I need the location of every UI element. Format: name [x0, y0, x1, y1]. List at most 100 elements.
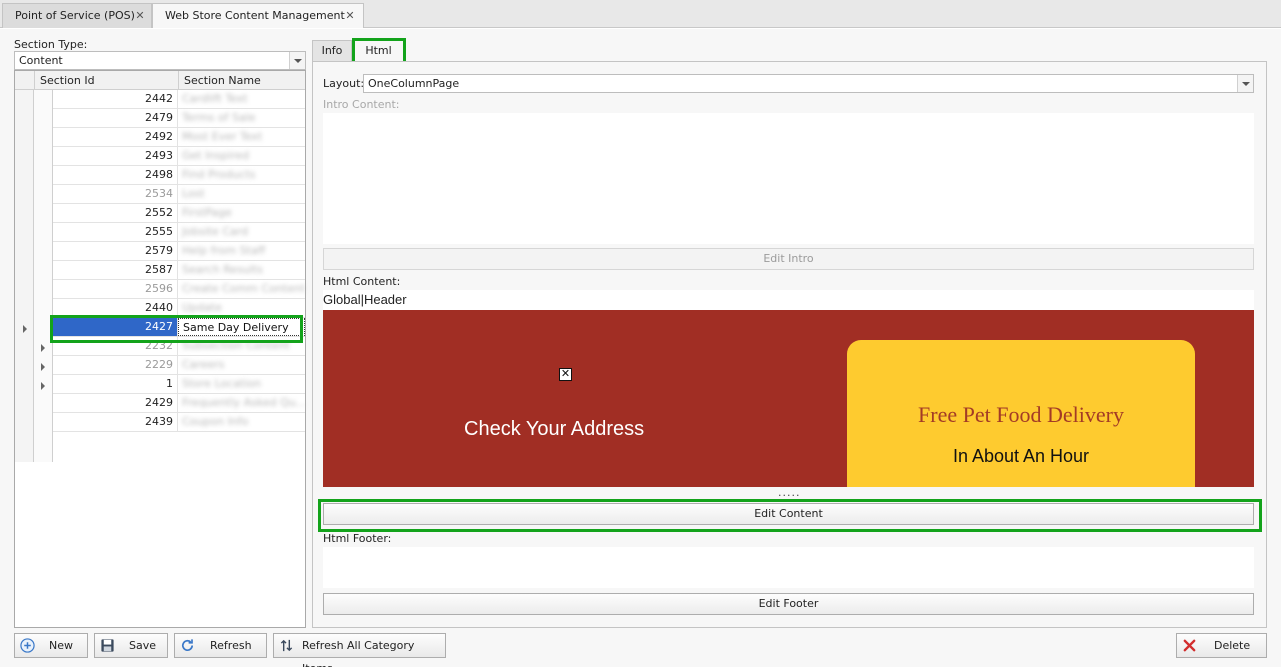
table-row[interactable]: 2492 Most Ever Text [53, 128, 305, 147]
column-header-section-id[interactable]: Section Id [34, 71, 178, 90]
section-name-cell: Search Results [182, 263, 264, 276]
promo-card-title: Free Pet Food Delivery [918, 402, 1124, 427]
promo-card: Free Pet Food Delivery In About An Hour [847, 340, 1195, 487]
section-id-cell: 2440 [53, 299, 178, 317]
edit-intro-button[interactable]: Edit Intro [323, 248, 1254, 270]
tab-html-label: Html [365, 44, 392, 57]
table-row[interactable]: 2229 Careers [53, 356, 305, 375]
global-header-text: Global|Header [323, 292, 407, 307]
table-row[interactable]: 2587 Search Results [53, 261, 305, 280]
section-id-cell: 2427 [53, 318, 178, 336]
tab-html[interactable]: Html [352, 40, 405, 62]
section-name-cell: Careers [182, 358, 225, 371]
section-name-cell[interactable]: Same Day Delivery [178, 318, 305, 336]
section-name-cell: Subsection Content [182, 339, 290, 352]
delete-x-icon [1183, 639, 1196, 652]
tab-web-store-content-management[interactable]: Web Store Content Management ✕ [152, 3, 364, 29]
html-footer-area [323, 547, 1254, 588]
section-type-label: Section Type: [14, 38, 88, 51]
refresh-icon [182, 639, 194, 651]
table-row[interactable]: 2442 Cardlift Text [53, 90, 305, 109]
refresh-button[interactable]: Refresh [174, 633, 267, 658]
section-type-select[interactable]: Content [14, 51, 306, 70]
section-name-cell: Coupon Info [182, 415, 249, 428]
tab-point-of-service[interactable]: Point of Service (POS) ✕ [2, 3, 152, 28]
section-name-cell: Lost [182, 187, 205, 200]
table-row[interactable]: 1 Store Location [53, 375, 305, 394]
table-row[interactable]: 2493 Get Inspired [53, 147, 305, 166]
current-row-indicator-icon [23, 325, 27, 333]
section-id-cell: 2429 [53, 394, 178, 412]
section-name-cell: Help from Staff [182, 244, 266, 257]
section-id-cell: 2479 [53, 109, 178, 127]
delete-button[interactable]: Delete [1176, 633, 1267, 658]
table-row[interactable]: 2439 Coupon Info [53, 413, 305, 432]
section-name-cell: Create Comm Content [182, 282, 305, 295]
section-name-cell: Find Products [182, 168, 256, 181]
intro-content-label: Intro Content: [323, 98, 400, 111]
expand-arrow-icon[interactable] [41, 344, 45, 352]
table-row[interactable]: 2534 Lost [53, 185, 305, 204]
section-id-cell: 1 [53, 375, 178, 393]
html-content-header-area: Global|Header [323, 290, 1254, 310]
layout-select[interactable]: OneColumnPage [363, 74, 1254, 93]
section-type-value: Content [19, 54, 63, 67]
delete-button-label: Delete [1214, 639, 1251, 652]
sort-arrows-icon [280, 639, 293, 652]
section-id-cell: 2493 [53, 147, 178, 165]
section-id-cell: 2587 [53, 261, 178, 279]
section-id-cell: 2552 [53, 204, 178, 222]
tab-label: Web Store Content Management [165, 9, 345, 22]
tab-info[interactable]: Info [312, 40, 352, 62]
section-name-cell: Update [182, 301, 222, 314]
column-header-section-name[interactable]: Section Name [178, 71, 305, 90]
chevron-down-icon[interactable] [289, 52, 305, 69]
table-row[interactable]: 2479 Terms of Sale [53, 109, 305, 128]
table-row[interactable]: 2429 Frequently Asked Qu... [53, 394, 305, 413]
chevron-down-icon[interactable] [1237, 75, 1253, 92]
splitter-handle[interactable]: ..... [778, 486, 800, 499]
broken-image-icon: ✕ [559, 367, 572, 381]
section-grid: Section Id Section Name 2442 Cardlift Tex… [14, 70, 306, 628]
tab-info-label: Info [321, 44, 343, 57]
section-id-cell: 2439 [53, 413, 178, 431]
section-id-cell: 2534 [53, 185, 178, 203]
new-button-label: New [49, 639, 73, 652]
table-row[interactable]: 2232 Subsection Content [53, 337, 305, 356]
new-button[interactable]: New [14, 633, 88, 658]
section-name-cell: Cardlift Text [182, 92, 248, 105]
section-id-cell: 2442 [53, 90, 178, 108]
section-name-cell: Get Inspired [182, 149, 250, 162]
table-row[interactable]: 2596 Create Comm Content [53, 280, 305, 299]
layout-label: Layout: [323, 77, 365, 90]
close-icon[interactable]: ✕ [133, 4, 147, 27]
section-name-cell: Most Ever Text [182, 130, 263, 143]
table-row[interactable]: 2552 FirstPage [53, 204, 305, 223]
edit-content-button[interactable]: Edit Content [323, 503, 1254, 525]
section-name-cell: Jobsite Card [182, 225, 249, 238]
table-row-selected[interactable]: 2427 Same Day Delivery [53, 318, 305, 337]
table-row[interactable]: 2579 Help from Staff [53, 242, 305, 261]
tab-label: Point of Service (POS) [15, 9, 135, 22]
refresh-all-category-items-button[interactable]: Refresh All Category Items [273, 633, 446, 667]
refresh-button-label: Refresh [210, 639, 252, 652]
table-row[interactable]: 2440 Update [53, 299, 305, 318]
save-button-label: Save [129, 639, 157, 652]
refresh-all-label: Refresh All Category Items [302, 639, 415, 667]
promo-card-subtitle: In About An Hour [952, 446, 1090, 466]
table-row[interactable]: 2555 Jobsite Card [53, 223, 305, 242]
close-icon[interactable]: ✕ [343, 4, 357, 27]
expand-arrow-icon[interactable] [41, 363, 45, 371]
edit-footer-button[interactable]: Edit Footer [323, 593, 1254, 615]
check-your-address-text: Check Your Address [464, 418, 645, 440]
row-expander-column [34, 90, 53, 462]
expand-arrow-icon[interactable] [41, 382, 45, 390]
section-id-cell: 2232 [53, 337, 178, 355]
section-id-cell: 2555 [53, 223, 178, 241]
table-row[interactable]: 2498 Find Products [53, 166, 305, 185]
html-content-preview-banner: ✕ Check Your Address Free Pet Food Deliv… [323, 310, 1254, 487]
section-name-cell: Frequently Asked Qu... [182, 396, 305, 409]
section-name-cell: FirstPage [182, 206, 232, 219]
row-indicator-column [15, 90, 34, 462]
save-button[interactable]: Save [94, 633, 168, 658]
